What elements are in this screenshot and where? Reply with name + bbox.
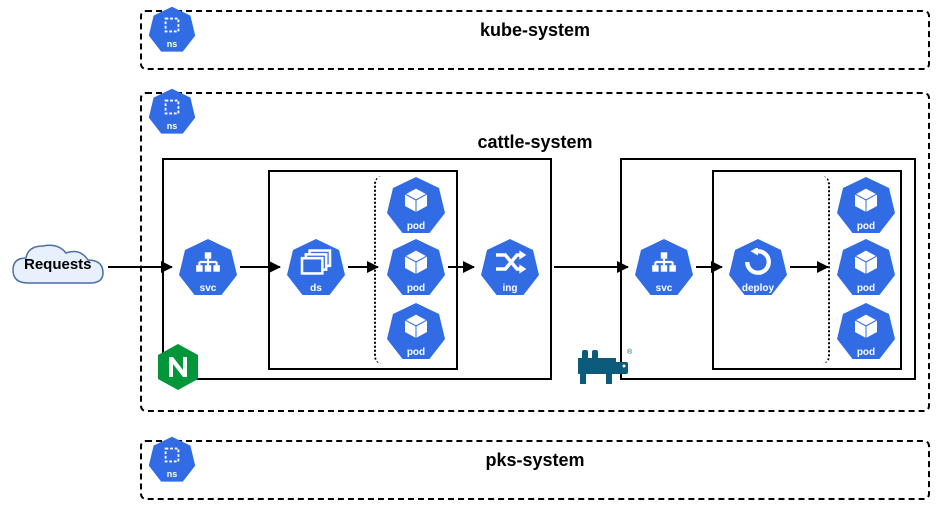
namespace-pks-system: pks-system (140, 440, 930, 500)
ns-badge-label: ns (148, 39, 196, 49)
pod-label: pod (836, 221, 896, 232)
nginx-logo-icon (156, 342, 200, 397)
ns-badge-kube: ns (148, 6, 196, 54)
ing-label: ing (480, 283, 540, 294)
namespace-label: cattle-system (477, 132, 592, 153)
arrow-requests-svc (108, 266, 172, 268)
pod-icon (386, 186, 446, 214)
namespace-label: pks-system (485, 450, 584, 471)
deploy-node: deploy (728, 238, 788, 298)
service-icon (178, 248, 238, 276)
pod-label: pod (836, 347, 896, 358)
pod-label: pod (386, 221, 446, 232)
ds-label: ds (286, 283, 346, 294)
ns-badge-cattle: ns (148, 88, 196, 136)
arrow-deploy-pods (790, 266, 828, 268)
namespace-kube-system: kube-system (140, 10, 930, 70)
arrow-ds-pods (348, 266, 378, 268)
pod-icon (386, 312, 446, 340)
ns-badge-pks: ns (148, 436, 196, 484)
requests-label: Requests (24, 256, 92, 273)
service-icon (634, 248, 694, 276)
svc-label: svc (634, 283, 694, 294)
pod-node-1: pod (386, 176, 446, 236)
namespace-label: kube-system (480, 20, 590, 41)
ns-badge-label: ns (148, 121, 196, 131)
svc-node-2: svc (634, 238, 694, 298)
pod-node-3: pod (386, 302, 446, 362)
pod-label: pod (836, 283, 896, 294)
arrow-svc-ds (240, 266, 280, 268)
deploy-icon (728, 248, 788, 276)
pod-node-5: pod (836, 238, 896, 298)
pod-icon (836, 186, 896, 214)
ingress-node: ing (480, 238, 540, 298)
rancher-logo-icon: ® (572, 344, 632, 393)
namespace-icon (148, 444, 196, 466)
pod-node-4: pod (836, 176, 896, 236)
svg-text:®: ® (627, 348, 632, 356)
ingress-icon (480, 248, 540, 276)
svc-label: svc (178, 283, 238, 294)
deploy-label: deploy (728, 283, 788, 294)
daemonset-node: ds (286, 238, 346, 298)
ns-badge-label: ns (148, 469, 196, 479)
pod-node-2: pod (386, 238, 446, 298)
pod-icon (386, 248, 446, 276)
pod-label: pod (386, 347, 446, 358)
namespace-icon (148, 14, 196, 36)
daemonset-icon (286, 248, 346, 276)
pod-icon (836, 312, 896, 340)
svc-node-1: svc (178, 238, 238, 298)
arrow-ing-svc (554, 266, 628, 268)
pod-label: pod (386, 283, 446, 294)
pod-icon (836, 248, 896, 276)
namespace-icon (148, 96, 196, 118)
arrow-pods-ing (448, 266, 474, 268)
pod-node-6: pod (836, 302, 896, 362)
arrow-svc-deploy (696, 266, 722, 268)
